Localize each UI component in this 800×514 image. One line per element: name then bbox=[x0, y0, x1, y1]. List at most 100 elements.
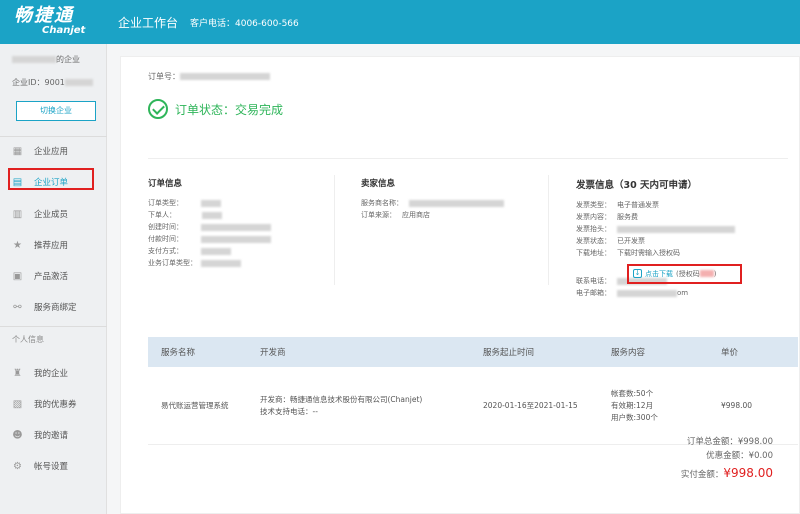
gear-icon: ⚙ bbox=[13, 460, 22, 472]
order-status: 订单状态：交易完成 bbox=[148, 99, 283, 119]
column-header: 服务内容 bbox=[611, 348, 646, 358]
divider bbox=[334, 175, 335, 285]
sidebar-item-label: 企业应用 bbox=[34, 147, 69, 157]
sidebar-item-recommended[interactable]: ★ 推荐应用 bbox=[0, 232, 107, 258]
info-row: 下载地址： 下载时需输入授权码 bbox=[576, 247, 735, 259]
info-label: 发票类型： bbox=[576, 201, 611, 209]
service-content: 帐套数:50个 有效期:12月 用户数:300个 bbox=[611, 388, 721, 424]
unit-price: ¥998.00 bbox=[721, 401, 753, 410]
sidebar-item-label: 我的企业 bbox=[34, 369, 69, 379]
redacted-block bbox=[64, 79, 93, 86]
redacted-block bbox=[617, 289, 677, 297]
order-status-text: 订单状态：交易完成 bbox=[175, 102, 284, 117]
info-label: 发票状态： bbox=[576, 237, 611, 245]
redacted-block bbox=[202, 211, 222, 219]
info-row: 发票抬头： bbox=[576, 223, 735, 235]
info-value: 电子普通发票 bbox=[617, 201, 659, 209]
info-row: 支付方式： bbox=[148, 245, 271, 257]
workspace-title: 企业工作台 bbox=[118, 16, 179, 30]
info-row: 发票类型： 电子普通发票 bbox=[576, 199, 735, 211]
sidebar-item-label: 企业成员 bbox=[34, 210, 69, 220]
order-total-line: 订单总金额：¥998.00 bbox=[681, 435, 773, 449]
bottle-icon: ♜ bbox=[13, 367, 22, 379]
info-label: 发票内容： bbox=[576, 213, 611, 221]
link-icon: ⚯ bbox=[13, 301, 22, 313]
list-icon: ▣ bbox=[12, 270, 23, 282]
info-label: 下单人： bbox=[148, 211, 176, 219]
seller-info-title: 卖家信息 bbox=[361, 179, 396, 189]
customer-phone: 客户电话：4006-600-566 bbox=[190, 19, 299, 29]
developer-name: 开发商：畅捷通信息技术股份有限公司(Chanjet) bbox=[260, 394, 423, 404]
order-number-label: 订单号： bbox=[148, 72, 180, 81]
service-name: 易代账运营管理系统 bbox=[161, 401, 229, 410]
sidebar-item-my-company[interactable]: ♜ 我的企业 bbox=[0, 360, 107, 386]
order-detail-panel: 订单号： 订单状态：交易完成 订单信息 订单类型： 下单人： 创建时间： 付款时… bbox=[120, 56, 800, 514]
sidebar-item-label: 帐号设置 bbox=[34, 462, 69, 472]
company-name-suffix: 的企业 bbox=[56, 55, 80, 64]
sidebar-item-coupons[interactable]: ▧ 我的优惠券 bbox=[0, 391, 107, 417]
total-label: 订单总金额： bbox=[686, 437, 738, 447]
logo-en: Chanjet bbox=[42, 25, 86, 36]
order-items-table: 服务名称 开发商 服务起止时间 服务内容 单价 易代账运营管理系统 开发商：畅捷… bbox=[148, 337, 798, 445]
redacted-block bbox=[201, 199, 221, 207]
info-value: 已开发票 bbox=[617, 237, 645, 245]
company-name: 的企业 bbox=[12, 54, 102, 65]
total-value: ¥998.00 bbox=[737, 437, 773, 447]
sidebar-item-members[interactable]: ▥ 企业成员 bbox=[0, 201, 107, 227]
sidebar-item-activation[interactable]: ▣ 产品激活 bbox=[0, 263, 107, 289]
info-label: 联系电话： bbox=[576, 277, 611, 285]
redacted-block bbox=[201, 223, 271, 231]
divider bbox=[0, 326, 107, 327]
coupon-icon: ▧ bbox=[12, 398, 23, 410]
paid-label: 实付金额： bbox=[680, 470, 724, 480]
sidebar-item-provider-binding[interactable]: ⚯ 服务商绑定 bbox=[0, 294, 107, 320]
info-row: 付款时间： bbox=[148, 233, 271, 245]
info-row: 发票内容： 服务费 bbox=[576, 211, 735, 223]
table-header: 服务名称 开发商 服务起止时间 服务内容 单价 bbox=[148, 337, 798, 367]
column-header: 单价 bbox=[721, 348, 739, 358]
sidebar-item-account-settings[interactable]: ⚙ 帐号设置 bbox=[0, 453, 107, 479]
order-number: 订单号： bbox=[148, 71, 270, 82]
info-row: 订单来源： 应用商店 bbox=[361, 209, 504, 221]
personal-section-title: 个人信息 bbox=[12, 335, 44, 344]
service-period: 2020-01-16至2021-01-15 bbox=[483, 401, 578, 410]
info-row: 电子邮箱： om bbox=[576, 287, 735, 299]
info-value: om bbox=[677, 289, 689, 297]
sidebar-item-label: 产品激活 bbox=[34, 272, 69, 282]
info-label: 服务商名称： bbox=[361, 199, 403, 207]
discount-value: ¥0.00 bbox=[748, 451, 773, 461]
divider bbox=[548, 175, 549, 285]
redacted-block bbox=[201, 235, 271, 243]
info-label: 支付方式： bbox=[148, 247, 183, 255]
sidebar-item-label: 我的邀请 bbox=[34, 431, 69, 441]
sidebar-item-invitations[interactable]: ☻ 我的邀请 bbox=[0, 422, 107, 448]
info-row: 订单类型： bbox=[148, 197, 271, 209]
developer-cell: 开发商：畅捷通信息技术股份有限公司(Chanjet) 技术支持电话：-- bbox=[260, 394, 483, 418]
info-value: 应用商店 bbox=[402, 211, 430, 219]
switch-company-button[interactable]: 切换企业 bbox=[16, 101, 96, 121]
info-row: 业务订单类型： bbox=[148, 257, 271, 269]
sidebar: 的企业 企业ID：9001 切换企业 ▦ 企业应用 ▤ 企业订单 ▥ 企业成员 … bbox=[0, 44, 107, 514]
redacted-block bbox=[201, 247, 231, 255]
highlight-box bbox=[8, 168, 94, 190]
chanjet-logo[interactable]: 畅捷通 Chanjet bbox=[14, 6, 104, 40]
grid-icon: ▦ bbox=[12, 145, 23, 157]
sidebar-item-label: 服务商绑定 bbox=[34, 303, 77, 313]
info-row: 创建时间： bbox=[148, 221, 271, 233]
divider bbox=[0, 136, 107, 137]
info-row: 下单人： bbox=[148, 209, 271, 221]
order-info-section: 订单信息 订单类型： 下单人： 创建时间： 付款时间： 支付方式： 业务订单类型… bbox=[148, 177, 271, 269]
sidebar-item-apps[interactable]: ▦ 企业应用 bbox=[0, 138, 107, 164]
content-line: 用户数:300个 bbox=[611, 412, 658, 422]
top-bar: 畅捷通 Chanjet 企业工作台 客户电话：4006-600-566 bbox=[0, 0, 800, 44]
info-label: 订单类型： bbox=[148, 199, 183, 207]
info-label: 订单来源： bbox=[361, 211, 396, 219]
company-id: 企业ID：9001 bbox=[12, 77, 102, 88]
info-value: 下载时需输入授权码 bbox=[617, 249, 680, 257]
info-label: 下载地址： bbox=[576, 249, 611, 257]
info-row: 服务商名称： bbox=[361, 197, 504, 209]
redacted-block bbox=[180, 73, 270, 80]
invoice-info-title: 发票信息（30 天内可申请） bbox=[576, 180, 698, 191]
check-circle-icon bbox=[148, 99, 168, 119]
order-info-title: 订单信息 bbox=[148, 179, 183, 189]
